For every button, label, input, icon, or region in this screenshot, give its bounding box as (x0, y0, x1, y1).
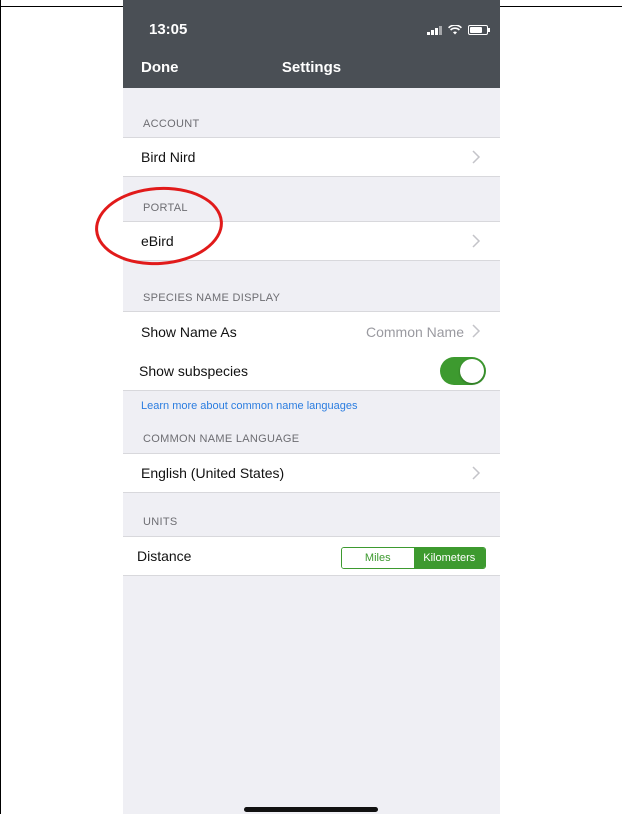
section-header-species-name-display: SPECIES NAME DISPLAY (143, 292, 281, 304)
show-name-as-label: Show Name As (141, 323, 237, 340)
navigation-bar: 13:05 Done Settings (123, 0, 500, 88)
distance-row: Distance Miles Kilometers (123, 536, 500, 576)
status-time: 13:05 (149, 21, 188, 38)
account-name: Bird Nird (141, 149, 196, 165)
language-row[interactable]: English (United States) (123, 453, 500, 493)
phone-screen: 13:05 Done Settings ACCOUNT Bird Nird PO… (123, 0, 500, 814)
distance-segmented-control[interactable]: Miles Kilometers (341, 547, 486, 569)
show-subspecies-row: Show subspecies (123, 351, 500, 391)
signal-icon (427, 25, 442, 35)
show-name-as-value: Common Name (365, 323, 464, 340)
chevron-right-icon (472, 234, 481, 248)
section-header-units: UNITS (143, 516, 178, 528)
distance-label: Distance (137, 548, 192, 564)
show-subspecies-toggle[interactable] (440, 357, 486, 385)
chevron-right-icon (472, 466, 481, 480)
frame-left-edge (0, 0, 1, 814)
segment-kilometers[interactable]: Kilometers (413, 548, 485, 568)
section-header-common-name-language: COMMON NAME LANGUAGE (143, 433, 300, 445)
show-name-as-row[interactable]: Show Name As Common Name (123, 311, 500, 352)
chevron-right-icon (472, 324, 481, 338)
status-icons (427, 25, 490, 35)
frame-top-edge-left (0, 6, 123, 7)
home-indicator (244, 807, 378, 812)
show-subspecies-label: Show subspecies (139, 362, 248, 379)
frame-top-edge-right (500, 6, 622, 7)
section-header-account: ACCOUNT (143, 118, 200, 130)
account-row[interactable]: Bird Nird (123, 137, 500, 177)
chevron-right-icon (472, 150, 481, 164)
toggle-knob (460, 359, 484, 383)
battery-icon (468, 25, 490, 35)
learn-more-link[interactable]: Learn more about common name languages (141, 400, 357, 412)
page-title: Settings (281, 59, 342, 76)
language-name: English (United States) (141, 465, 285, 481)
segment-miles[interactable]: Miles (342, 548, 414, 568)
wifi-icon (448, 25, 462, 35)
